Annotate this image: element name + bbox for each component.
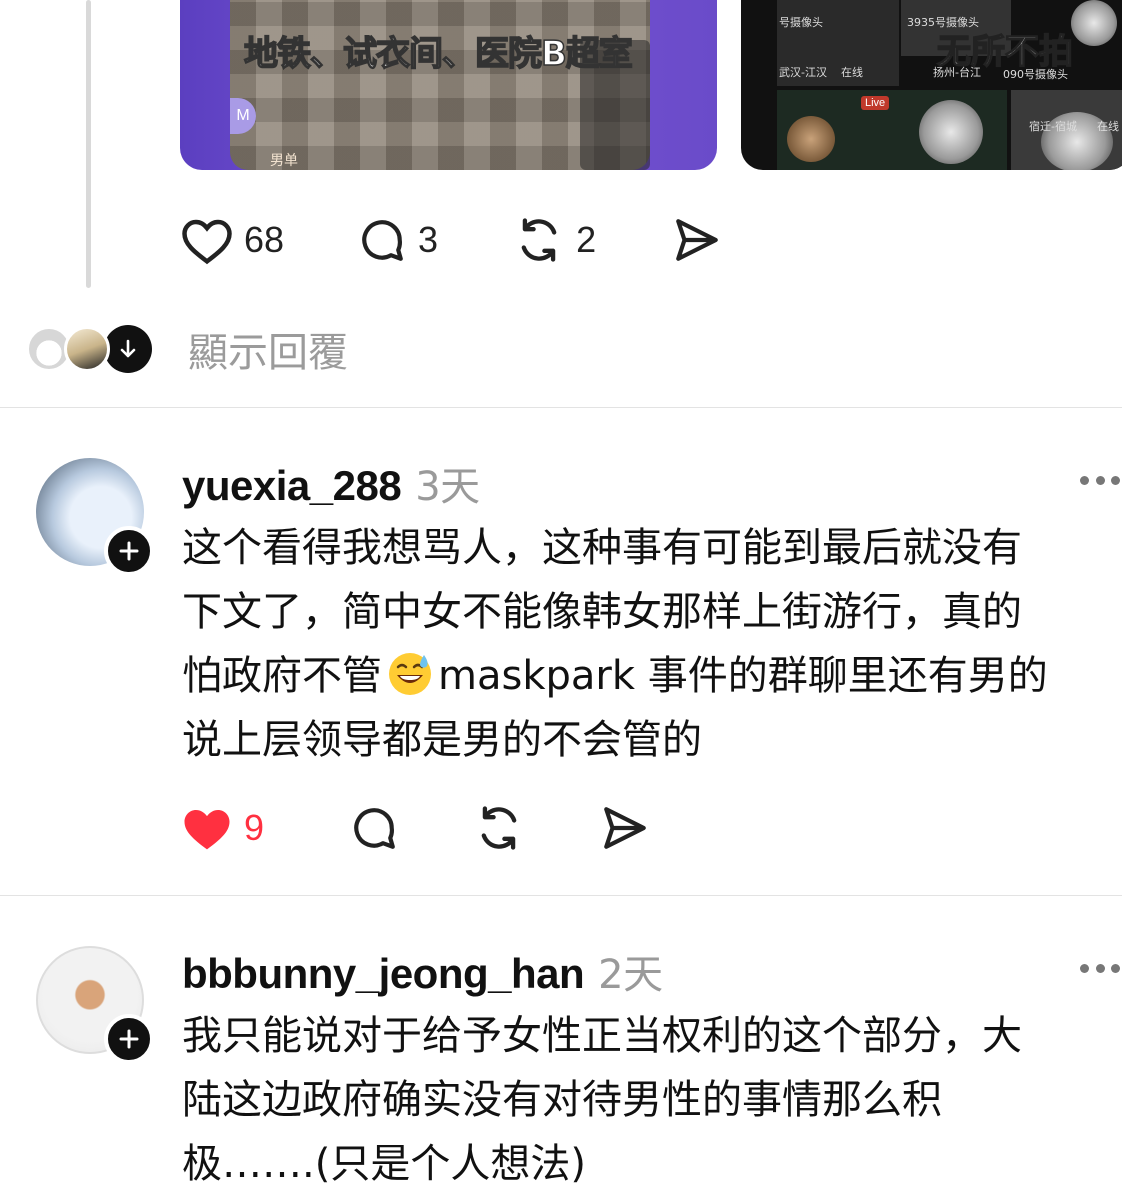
divider (0, 407, 1122, 408)
repost-button[interactable] (472, 802, 526, 854)
comment-username[interactable]: yuexia_288 3天 (182, 454, 480, 512)
comment-text: maskpark 事件的群聊里还有男的 (438, 653, 1048, 699)
comment-line: 下文了，简中女不能像韩女那样上街游行，真的 (182, 589, 1022, 635)
post-image-2[interactable]: 号摄像头 3935号摄像头 武汉-江汉 在线 扬州-台江 090号摄像头 宿迁-… (741, 0, 1122, 170)
replier-avatar (64, 326, 110, 372)
camera-label: 宿迁-宿城 (1029, 120, 1077, 133)
plus-icon (119, 1029, 139, 1049)
more-icon[interactable] (1080, 476, 1120, 485)
share-icon (676, 219, 718, 261)
comment-time: 3天 (415, 464, 480, 510)
live-badge: Live (861, 96, 890, 110)
comment-line: 这个看得我想骂人，这种事有可能到最后就没有 (182, 525, 1022, 571)
divider (0, 895, 1122, 896)
reply-icon (362, 220, 403, 261)
like-count: 9 (244, 807, 265, 848)
comment-body: 这个看得我想骂人，这种事有可能到最后就没有 下文了，简中女不能像韩女那样上街游行… (182, 516, 1122, 772)
comment-line: 陆这边政府确实没有对待男性的事情那么积 (182, 1077, 942, 1123)
like-count: 68 (244, 219, 285, 260)
reply-button[interactable]: 3 (356, 215, 438, 265)
heart-icon (182, 219, 232, 265)
camera-label: 在线 (1097, 120, 1119, 133)
share-button[interactable] (598, 803, 652, 853)
camera-blob (787, 116, 835, 162)
image-caption: 地铁、试衣间、医院B超室 (243, 33, 633, 75)
repost-button[interactable]: 2 (512, 214, 596, 266)
comment-line: 说上层领导都是男的不会管的 (182, 717, 702, 763)
arrow-down-icon (104, 325, 152, 373)
repost-count: 2 (576, 219, 597, 260)
comment-line: 极…….(只是个人想法) (182, 1141, 586, 1187)
image-subtext: 男单 (270, 152, 298, 168)
like-button[interactable]: 68 (180, 215, 284, 265)
show-replies-row[interactable]: 顯示回覆 (26, 320, 348, 378)
comment-text: 怕政府不管 (182, 653, 382, 699)
sweat-smile-emoji (389, 653, 431, 695)
comment-actions: 9 (180, 802, 652, 854)
more-icon[interactable] (1080, 964, 1120, 973)
repost-icon (521, 218, 557, 262)
reply-button[interactable] (348, 803, 400, 853)
username-text[interactable]: bbbunny_jeong_han (182, 950, 585, 997)
comment-time: 2天 (598, 952, 663, 998)
camera-label: 武汉-江汉 (779, 66, 827, 79)
camera-blob (919, 100, 983, 164)
camera-label: 在线 (841, 66, 863, 79)
share-icon (604, 807, 646, 849)
post-image-1[interactable]: M 地铁、试衣间、医院B超室 男单 (180, 0, 717, 170)
plus-icon (119, 541, 139, 561)
thread-line (86, 0, 91, 288)
comment-username[interactable]: bbbunny_jeong_han 2天 (182, 942, 663, 1000)
reply-icon (354, 808, 395, 849)
username-text[interactable]: yuexia_288 (182, 462, 402, 509)
comment-body: 我只能说对于给予女性正当权利的这个部分，大 陆这边政府确实没有对待男性的事情那么… (182, 1004, 1122, 1196)
camera-blob (1071, 0, 1117, 46)
follow-button[interactable] (104, 526, 154, 576)
post-actions: 68 3 2 (180, 214, 724, 266)
share-button[interactable] (670, 215, 724, 265)
comment-line: 怕政府不管 maskpark 事件的群聊里还有男的 (182, 644, 1122, 708)
image-caption: 无所不拍 (936, 31, 1074, 73)
comment-line: 我只能说对于给予女性正当权利的这个部分，大 (182, 1013, 1022, 1059)
like-button[interactable]: 9 (180, 803, 264, 853)
repost-icon (481, 806, 517, 850)
camera-label: 号摄像头 (779, 16, 823, 29)
follow-button[interactable] (104, 1014, 154, 1064)
show-replies-label[interactable]: 顯示回覆 (188, 320, 348, 378)
reply-count: 3 (418, 219, 439, 260)
heart-icon (184, 810, 230, 850)
